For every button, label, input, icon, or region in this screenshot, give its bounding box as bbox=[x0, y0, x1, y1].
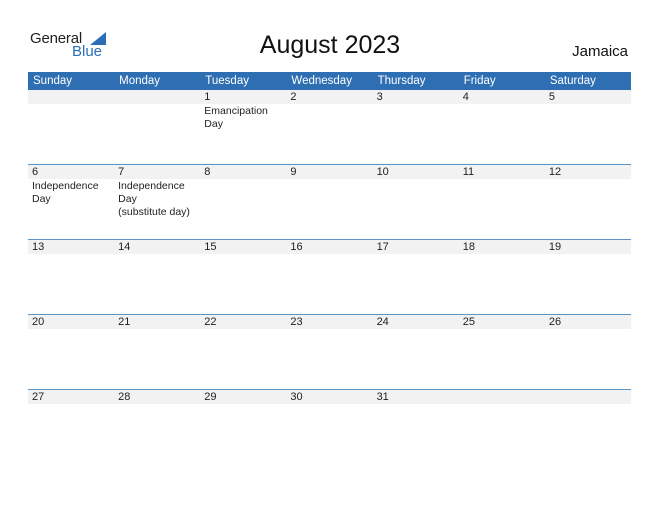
day-number: 8 bbox=[204, 166, 211, 178]
holiday-label bbox=[459, 104, 545, 131]
week-row: 20 21 22 23 24 25 26 bbox=[28, 314, 631, 389]
day-number: 23 bbox=[290, 316, 303, 328]
events-row bbox=[28, 404, 631, 405]
events-row bbox=[28, 254, 631, 255]
day-number: 9 bbox=[290, 166, 297, 178]
day-number: 27 bbox=[32, 391, 45, 403]
holiday-label bbox=[459, 404, 545, 405]
date-strip: 13 14 15 16 17 18 19 bbox=[28, 240, 631, 254]
holiday-label: Independence Day (substitute day) bbox=[118, 180, 190, 218]
holiday-label bbox=[28, 404, 114, 405]
day-number: 26 bbox=[548, 316, 562, 328]
day-number: 21 bbox=[118, 316, 131, 328]
holiday-label bbox=[28, 104, 114, 131]
day-number bbox=[545, 390, 631, 404]
day-number: 15 bbox=[204, 241, 217, 253]
weekday-wednesday: Wednesday bbox=[291, 75, 352, 87]
week-row: 13 14 15 16 17 18 19 bbox=[28, 239, 631, 314]
day-number: 10 bbox=[376, 166, 389, 178]
day-number: 31 bbox=[376, 391, 389, 403]
day-number: 2 bbox=[290, 91, 297, 103]
holiday-label bbox=[200, 254, 286, 255]
day-number: 3 bbox=[376, 91, 383, 103]
events-row: Independence Day Independence Day (substi… bbox=[28, 179, 631, 219]
events-row: Emancipation Day bbox=[28, 104, 631, 131]
holiday-label bbox=[200, 329, 286, 330]
holiday-label bbox=[28, 329, 114, 330]
day-number: 13 bbox=[32, 241, 45, 253]
holiday-label bbox=[545, 329, 631, 330]
day-number: 24 bbox=[376, 316, 389, 328]
holiday-label bbox=[28, 254, 114, 255]
country-label: Jamaica bbox=[572, 43, 628, 60]
holiday-label bbox=[373, 179, 459, 219]
day-number bbox=[28, 90, 114, 104]
calendar-title: August 2023 bbox=[259, 31, 401, 59]
weekday-sunday: Sunday bbox=[33, 75, 73, 87]
week-row: 27 28 29 30 31 bbox=[28, 389, 631, 464]
day-number: 16 bbox=[290, 241, 303, 253]
day-number bbox=[114, 90, 200, 104]
holiday-label bbox=[286, 179, 372, 219]
weekday-thursday: Thursday bbox=[377, 75, 426, 87]
holiday-label bbox=[200, 404, 286, 405]
day-number: 7 bbox=[118, 166, 125, 178]
weekday-tuesday: Tuesday bbox=[205, 75, 249, 87]
day-number: 28 bbox=[118, 391, 131, 403]
holiday-label bbox=[545, 104, 631, 131]
day-number: 20 bbox=[32, 316, 45, 328]
day-number: 19 bbox=[548, 241, 562, 253]
events-row bbox=[28, 329, 631, 330]
holiday-label bbox=[459, 329, 545, 330]
day-number: 30 bbox=[290, 391, 303, 403]
calendar-grid: Sunday Monday Tuesday Wednesday Thursday… bbox=[28, 72, 631, 464]
holiday-label bbox=[545, 404, 631, 405]
holiday-label bbox=[286, 404, 372, 405]
week-row: 6 7 8 9 10 11 12 Independence Day Independence D… bbox=[28, 164, 631, 239]
holiday-label bbox=[114, 404, 200, 405]
day-number: 1 bbox=[204, 91, 211, 103]
holiday-label bbox=[373, 254, 459, 255]
date-strip: 6 7 8 9 10 11 12 bbox=[28, 165, 631, 179]
day-number: 11 bbox=[462, 166, 475, 178]
day-number: 29 bbox=[204, 391, 217, 403]
week-row: 1 2 3 4 5 Emancipation Day bbox=[28, 90, 631, 164]
date-strip: 27 28 29 30 31 bbox=[28, 390, 631, 404]
holiday-label bbox=[114, 104, 200, 131]
holiday-label bbox=[545, 179, 631, 219]
holiday-label bbox=[114, 329, 200, 330]
holiday-label bbox=[286, 329, 372, 330]
day-number: 18 bbox=[462, 241, 475, 253]
holiday-label bbox=[200, 179, 286, 219]
weekday-saturday: Saturday bbox=[549, 75, 596, 87]
day-number: 6 bbox=[32, 166, 39, 178]
day-number: 22 bbox=[204, 316, 217, 328]
holiday-label bbox=[373, 329, 459, 330]
holiday-label bbox=[286, 104, 372, 131]
holiday-label: Independence Day bbox=[32, 180, 99, 205]
day-number: 14 bbox=[118, 241, 131, 253]
holiday-label bbox=[459, 179, 545, 219]
day-number: 4 bbox=[462, 91, 469, 103]
day-number: 17 bbox=[376, 241, 389, 253]
date-strip: 20 21 22 23 24 25 26 bbox=[28, 315, 631, 329]
date-strip: 1 2 3 4 5 bbox=[28, 90, 631, 104]
holiday-label bbox=[114, 254, 200, 255]
day-number bbox=[459, 390, 545, 404]
weekday-header: Sunday Monday Tuesday Wednesday Thursday… bbox=[28, 72, 631, 90]
holiday-label bbox=[373, 104, 459, 131]
holiday-label bbox=[286, 254, 372, 255]
weekday-monday: Monday bbox=[119, 75, 161, 87]
weekday-friday: Friday bbox=[463, 75, 496, 87]
day-number: 5 bbox=[548, 91, 555, 103]
holiday-label bbox=[545, 254, 631, 255]
holiday-label: Emancipation Day bbox=[204, 105, 268, 130]
holiday-label bbox=[459, 254, 545, 255]
holiday-label bbox=[373, 404, 459, 405]
day-number: 25 bbox=[462, 316, 475, 328]
day-number: 12 bbox=[548, 166, 562, 178]
